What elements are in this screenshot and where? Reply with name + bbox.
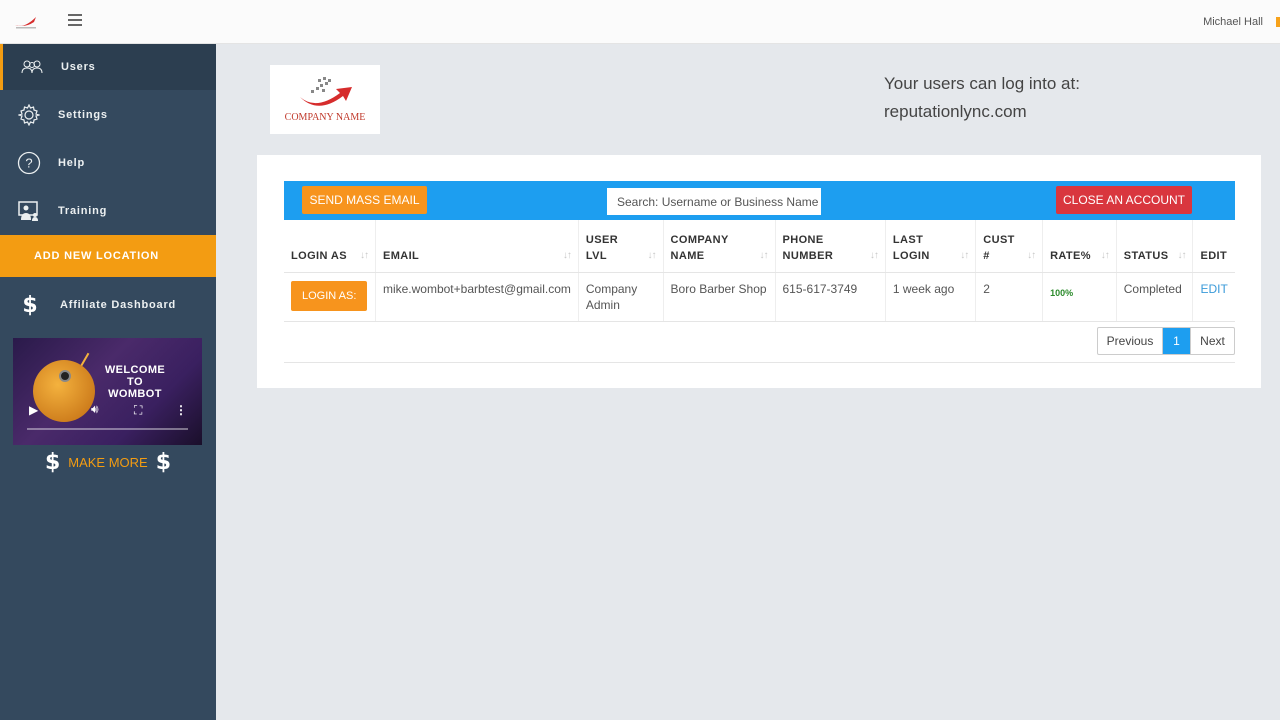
users-table: LOGIN AS ↓↑ EMAIL ↓↑ USER LVL ↓↑ COMPANY NA… [284, 220, 1235, 322]
play-icon[interactable]: ▶ [29, 403, 38, 417]
more-options-icon[interactable]: ⋮ [175, 403, 187, 417]
sidebar-item-training[interactable]: Training [0, 188, 216, 234]
add-new-location-button[interactable]: ADD NEW LOCATION [0, 235, 216, 277]
sort-icon[interactable]: ↓↑ [760, 248, 769, 264]
column-header-cust[interactable]: CUST # ↓↑ [975, 220, 1044, 273]
user-menu-indicator [1276, 17, 1280, 27]
sidebar-item-affiliate-dashboard[interactable]: $ Affiliate Dashboard [0, 282, 216, 328]
cell-rate: 100% [1042, 272, 1117, 322]
column-header-last-login[interactable]: LAST LOGIN ↓↑ [885, 220, 977, 273]
sort-icon[interactable]: ↓↑ [870, 248, 879, 264]
top-bar: Michael Hall [0, 0, 1280, 44]
column-header-phone-number[interactable]: PHONE NUMBER ↓↑ [775, 220, 886, 273]
video-title: WELCOME TO WOMBOT [104, 364, 166, 400]
user-menu[interactable]: Michael Hall [1203, 16, 1263, 28]
login-info-label: Your users can log into at: [884, 74, 1080, 93]
sort-icon[interactable]: ↓↑ [1027, 248, 1036, 264]
cell-email: mike.wombot+barbtest@gmail.com [375, 272, 579, 322]
cell-login-as: LOGIN AS: [284, 272, 376, 322]
cell-last-login: 1 week ago [885, 272, 977, 322]
company-logo-icon [300, 77, 352, 106]
column-header-email[interactable]: EMAIL ↓↑ [375, 220, 579, 273]
cell-user-lvl: Company Admin [578, 272, 664, 322]
training-icon [0, 200, 58, 222]
sidebar-item-label: Users [61, 61, 96, 73]
header-label: CUST # [983, 233, 1015, 262]
login-info-url: reputationlync.com [884, 102, 1027, 121]
dollar-icon: $ [22, 292, 38, 318]
app-logo-icon[interactable] [12, 11, 40, 31]
close-account-button[interactable]: CLOSE AN ACCOUNT [1056, 186, 1192, 214]
table-row: LOGIN AS: mike.wombot+barbtest@gmail.com… [284, 272, 1235, 322]
column-header-user-lvl[interactable]: USER LVL ↓↑ [578, 220, 664, 273]
gear-icon [0, 104, 58, 126]
company-logo: COMPANY NAME [270, 65, 380, 134]
sidebar-item-users[interactable]: Users [0, 44, 216, 90]
table-footer: Previous 1 Next [284, 320, 1235, 363]
sidebar: Users Settings ? Help Training ADD NEW L… [0, 44, 216, 720]
cell-edit: EDIT [1192, 272, 1235, 322]
header-label: PHONE NUMBER [782, 233, 834, 262]
sort-icon[interactable]: ↓↑ [1177, 248, 1186, 264]
table-toolbar: SEND MASS EMAIL CLOSE AN ACCOUNT [284, 181, 1235, 220]
robot-eye [59, 370, 71, 382]
column-header-status[interactable]: STATUS ↓↑ [1116, 220, 1194, 273]
column-header-rate[interactable]: RATE% ↓↑ [1042, 220, 1117, 273]
column-header-edit: EDIT [1192, 220, 1235, 273]
header-label: EMAIL [382, 249, 420, 262]
login-as-button[interactable]: LOGIN AS: [291, 280, 368, 311]
cell-phone: 615-617-3749 [775, 272, 886, 322]
pagination-previous[interactable]: Previous [1098, 328, 1163, 354]
header-label: EDIT [1200, 249, 1228, 262]
header-label: USER LVL [585, 233, 619, 262]
sort-icon[interactable]: ↓↑ [563, 248, 572, 264]
sidebar-item-label: Affiliate Dashboard [60, 299, 177, 311]
svg-text:?: ? [25, 156, 32, 171]
fullscreen-icon[interactable]: ⛶ [134, 403, 142, 418]
header-label: RATE% [1050, 249, 1091, 262]
cell-status: Completed [1116, 272, 1194, 322]
login-info: Your users can log into at: reputationly… [884, 70, 1080, 126]
header-label: LOGIN AS [291, 249, 347, 262]
cell-company: Boro Barber Shop [663, 272, 776, 322]
sidebar-item-label: Settings [58, 109, 108, 121]
send-mass-email-button[interactable]: SEND MASS EMAIL [302, 186, 427, 214]
header-label: LAST LOGIN [892, 233, 930, 262]
volume-icon[interactable]: 🔊︎ [91, 402, 99, 417]
dollar-icon: $ [44, 449, 61, 475]
make-more-link[interactable]: $ MAKE MORE $ [0, 449, 216, 475]
sort-icon[interactable]: ↓↑ [960, 248, 969, 264]
pagination: Previous 1 Next [1097, 327, 1235, 355]
header-label: STATUS [1123, 249, 1169, 262]
sidebar-item-label: Help [58, 157, 86, 169]
sort-icon[interactable]: ↓↑ [648, 248, 657, 264]
company-logo-text: COMPANY NAME [284, 112, 366, 123]
video-controls: ▶ 🔊︎ ⛶ ⋮ [27, 402, 188, 431]
pagination-next[interactable]: Next [1190, 328, 1234, 354]
users-panel: SEND MASS EMAIL CLOSE AN ACCOUNT LOGIN A… [257, 155, 1261, 388]
users-icon [3, 59, 61, 75]
edit-link[interactable]: EDIT [1200, 282, 1227, 296]
search-input[interactable] [607, 188, 821, 215]
sidebar-item-label: Training [58, 205, 108, 217]
header-label: COMPANY NAME [670, 233, 729, 262]
help-icon: ? [0, 151, 58, 175]
pagination-page-current[interactable]: 1 [1163, 328, 1190, 354]
menu-toggle-icon[interactable] [68, 14, 82, 28]
column-header-login-as[interactable]: LOGIN AS ↓↑ [284, 220, 376, 273]
rate-value: 100% [1050, 287, 1074, 298]
sidebar-item-settings[interactable]: Settings [0, 92, 216, 138]
make-more-label: MAKE MORE [68, 454, 148, 470]
sort-icon[interactable]: ↓↑ [1101, 248, 1110, 264]
welcome-video[interactable]: WELCOME TO WOMBOT ▶ 🔊︎ ⛶ ⋮ [13, 338, 202, 445]
dollar-icon: $ [155, 449, 172, 475]
column-header-company-name[interactable]: COMPANY NAME ↓↑ [663, 220, 776, 273]
sidebar-item-help[interactable]: ? Help [0, 140, 216, 186]
table-header-row: LOGIN AS ↓↑ EMAIL ↓↑ USER LVL ↓↑ COMPANY NA… [284, 220, 1235, 273]
sort-icon[interactable]: ↓↑ [360, 248, 369, 264]
cell-cust: 2 [975, 272, 1044, 322]
